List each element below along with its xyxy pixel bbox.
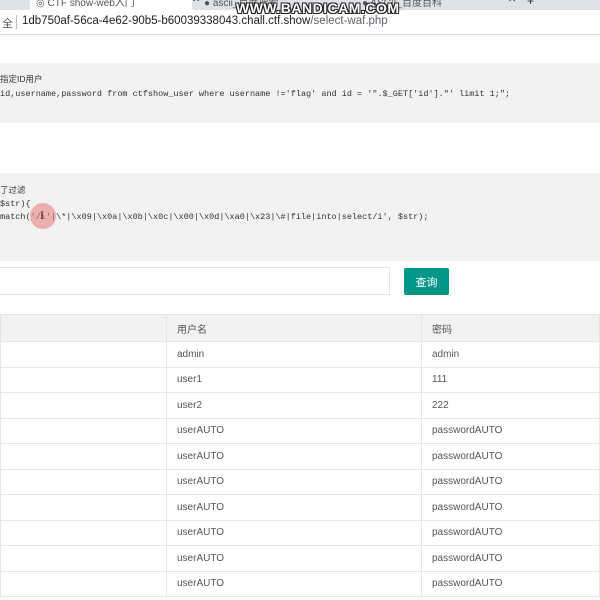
table-row: userAUTO passwordAUTO — [0, 443, 600, 470]
password-cell: passwordAUTO — [421, 417, 600, 444]
table-row: userAUTO passwordAUTO — [0, 519, 600, 546]
id-cell — [0, 366, 167, 393]
column-header-username: 用户名 — [166, 314, 422, 342]
divider — [16, 15, 17, 29]
id-input[interactable] — [0, 267, 390, 295]
column-header-id — [0, 314, 167, 342]
id-cell — [0, 392, 167, 419]
close-icon[interactable]: ✕ — [192, 0, 200, 5]
security-label[interactable]: 全 — [2, 15, 13, 31]
sql-section: 指定ID用户 id,username,password from ctfshow… — [0, 63, 600, 123]
text-cursor-icon: I — [40, 208, 44, 222]
password-cell: passwordAUTO — [421, 570, 600, 597]
id-cell — [0, 443, 167, 470]
username-cell: userAUTO — [166, 545, 422, 572]
password-cell: 222 — [421, 392, 600, 419]
filter-code-line: match('/\'|\*|\x09|\x0a|\x0b|\x0c|\x00|\… — [0, 212, 429, 222]
username-cell: user1 — [166, 366, 422, 393]
section-title: 了过滤 — [0, 185, 26, 195]
table-row: userAUTO passwordAUTO — [0, 570, 600, 597]
username-cell: userAUTO — [166, 519, 422, 546]
watermark: WWW.BANDICAM.COM — [236, 0, 400, 16]
password-cell: passwordAUTO — [421, 519, 600, 546]
password-cell: admin — [421, 341, 600, 368]
id-cell — [0, 545, 167, 572]
username-cell: userAUTO — [166, 443, 422, 470]
url-host: 1db750af-56ca-4e62-90b5-b60039338043.cha… — [22, 15, 311, 27]
tab-label: CTF show-web入门 — [47, 0, 135, 9]
username-cell: admin — [166, 341, 422, 368]
url-path: /select-waf.php — [310, 15, 388, 27]
column-header-password: 密码 — [421, 314, 600, 342]
tab-ctfshow[interactable]: ◎ CTF show-web入门 — [30, 0, 192, 10]
id-cell — [0, 519, 167, 546]
password-cell: passwordAUTO — [421, 443, 600, 470]
username-cell: userAUTO — [166, 468, 422, 495]
password-cell: passwordAUTO — [421, 468, 600, 495]
table-header-row: 用户名 密码 — [0, 314, 600, 342]
id-cell — [0, 417, 167, 444]
table-row: userAUTO passwordAUTO — [0, 417, 600, 444]
username-cell: user2 — [166, 392, 422, 419]
new-tab-icon[interactable]: + — [527, 0, 534, 8]
table-row: userAUTO passwordAUTO — [0, 545, 600, 572]
id-cell — [0, 468, 167, 495]
password-cell: passwordAUTO — [421, 545, 600, 572]
filter-section: 了过滤 $str){ match('/\'|\*|\x09|\x0a|\x0b|… — [0, 173, 600, 261]
top-spacer — [0, 35, 600, 63]
close-icon[interactable]: ✕ — [508, 0, 516, 5]
username-cell: userAUTO — [166, 417, 422, 444]
id-cell — [0, 341, 167, 368]
table-row: userAUTO passwordAUTO — [0, 494, 600, 521]
table-row: userAUTO passwordAUTO — [0, 468, 600, 495]
table-row: admin admin — [0, 341, 600, 368]
sql-code: id,username,password from ctfshow_user w… — [0, 89, 511, 99]
username-cell: userAUTO — [166, 494, 422, 521]
password-cell: 111 — [421, 366, 600, 393]
username-cell: userAUTO — [166, 570, 422, 597]
id-cell — [0, 570, 167, 597]
filter-code-line: $str){ — [0, 199, 31, 209]
table-row: user2 222 — [0, 392, 600, 419]
query-button[interactable]: 查询 — [404, 268, 449, 295]
table-row: user1 111 — [0, 366, 600, 393]
password-cell: passwordAUTO — [421, 494, 600, 521]
section-title: 指定ID用户 — [0, 74, 43, 84]
paw-icon: ● — [204, 0, 213, 9]
globe-icon: ◎ — [36, 0, 48, 9]
id-cell — [0, 494, 167, 521]
user-table: 用户名 密码 admin admin user1 111 user2 222 user… — [0, 314, 600, 597]
spacer — [0, 123, 600, 173]
url-text[interactable]: 1db750af-56ca-4e62-90b5-b60039338043.cha… — [22, 15, 388, 27]
